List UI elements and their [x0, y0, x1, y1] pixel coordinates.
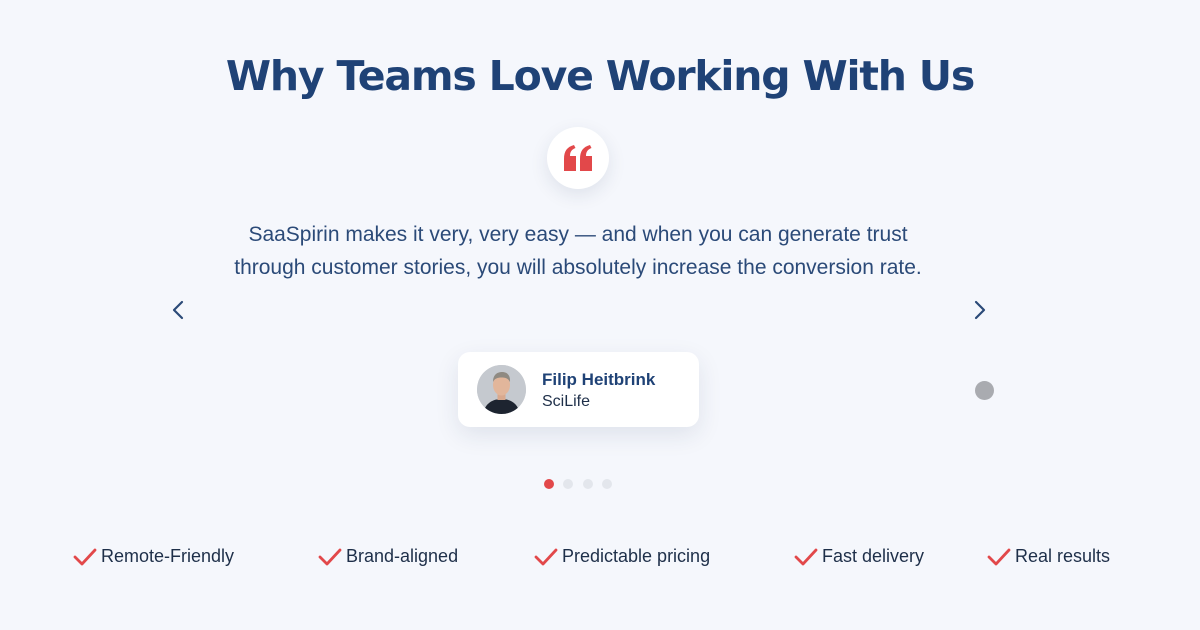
check-icon	[318, 548, 342, 566]
feature-label: Brand-aligned	[346, 546, 459, 566]
section-heading: Why Teams Love Working With Us	[225, 52, 975, 100]
check-icon	[794, 548, 818, 566]
check-icon	[73, 548, 97, 566]
testimonial-text: SaaSpirin makes it very, very easy — and…	[234, 223, 922, 279]
author-name: Filip Heitbrink	[542, 370, 656, 389]
author-company: SciLife	[542, 393, 591, 410]
quote-badge	[547, 127, 609, 189]
floating-indicator	[975, 381, 994, 400]
pagination-dot-2[interactable]	[563, 479, 573, 489]
carousel-prev-button[interactable]	[163, 295, 193, 325]
pagination-dot-1[interactable]	[544, 479, 554, 489]
pagination-dot-3[interactable]	[583, 479, 593, 489]
chevron-right-icon	[974, 300, 986, 320]
feature-label: Predictable pricing	[562, 546, 711, 566]
check-icon	[987, 548, 1011, 566]
author-card: Filip Heitbrink SciLife	[458, 352, 699, 427]
feature-label: Fast delivery	[822, 546, 925, 566]
pagination-dot-4[interactable]	[602, 479, 612, 489]
check-icon	[534, 548, 558, 566]
quote-icon	[564, 145, 592, 171]
chevron-left-icon	[172, 300, 184, 320]
feature-label: Real results	[1015, 546, 1111, 566]
feature-label: Remote-Friendly	[101, 546, 235, 566]
avatar	[477, 365, 526, 414]
carousel-next-button[interactable]	[965, 295, 995, 325]
